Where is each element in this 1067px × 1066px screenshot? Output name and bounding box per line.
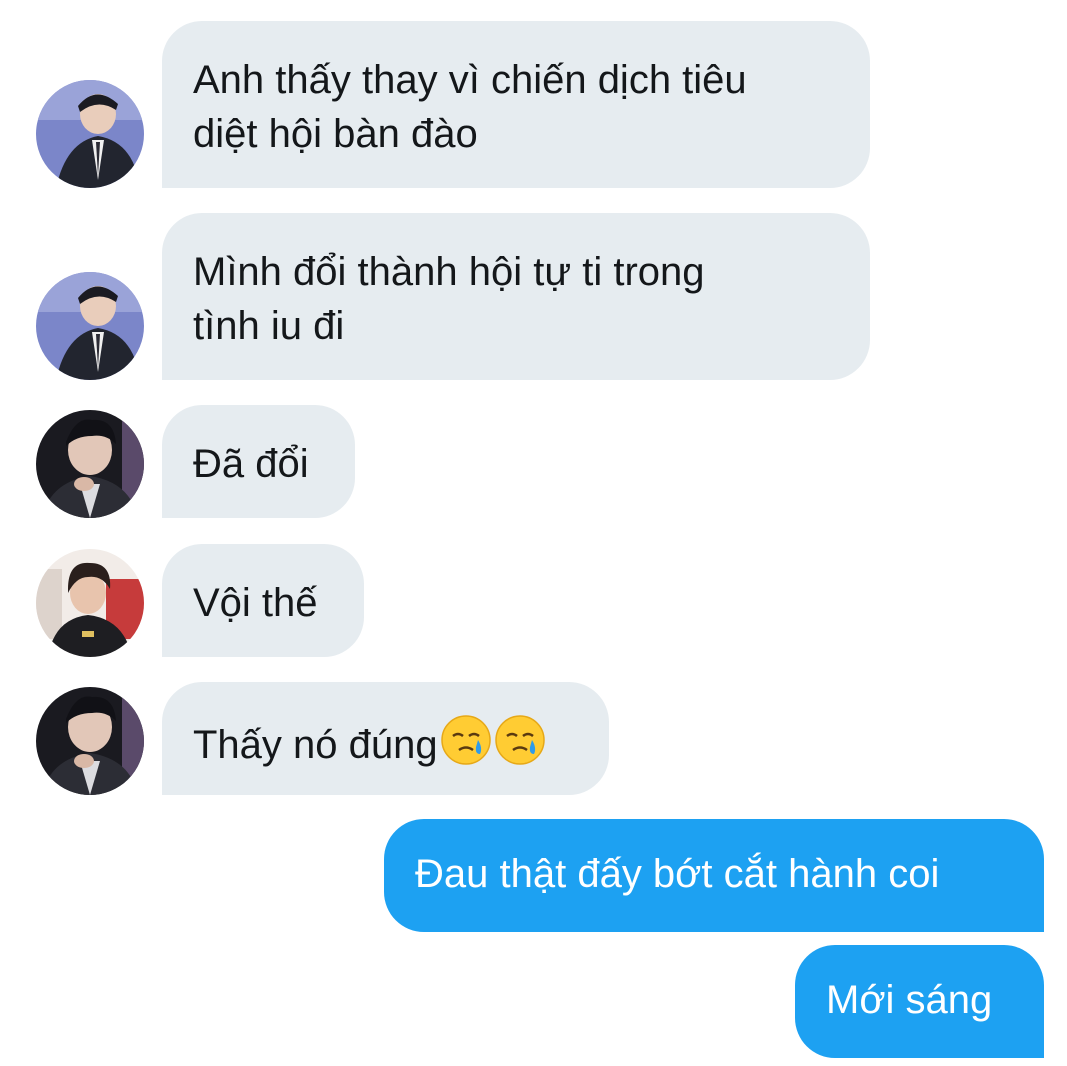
message-text: diệt hội bàn đào	[193, 112, 478, 156]
message-text: Vội thế	[193, 581, 318, 625]
message-bubble[interactable]: Thấy nó đúng	[162, 682, 609, 795]
message-text: Đau thật đấy bớt cắt hành coi	[415, 852, 940, 896]
avatar-c-image	[36, 549, 144, 657]
face-holding-back-tears-icon	[494, 714, 546, 780]
avatar[interactable]	[36, 549, 144, 657]
avatar-a-image	[36, 272, 144, 380]
avatar[interactable]	[36, 687, 144, 795]
avatar-a-image	[36, 80, 144, 188]
message-text: tình iu đi	[193, 304, 345, 348]
message-text: Mình đổi thành hội tự ti trong	[193, 250, 705, 294]
message-bubble[interactable]: Mới sáng	[795, 945, 1044, 1058]
avatar[interactable]	[36, 410, 144, 518]
avatar[interactable]	[36, 272, 144, 380]
message-bubble[interactable]: Vội thế	[162, 544, 364, 657]
message-text: Thấy nó đúng	[193, 714, 579, 780]
message-text: Mới sáng	[826, 978, 993, 1022]
message-text-content: Thấy nó đúng	[193, 723, 438, 767]
face-holding-back-tears-icon	[440, 714, 492, 780]
message-bubble[interactable]: Đã đổi	[162, 405, 355, 518]
avatar-b-image	[36, 687, 144, 795]
message-text: Đã đổi	[193, 442, 309, 486]
avatar[interactable]	[36, 80, 144, 188]
message-bubble[interactable]: Mình đổi thành hội tự ti trong tình iu đ…	[162, 213, 870, 380]
message-bubble[interactable]: Đau thật đấy bớt cắt hành coi	[384, 819, 1044, 932]
message-bubble[interactable]: Anh thấy thay vì chiến dịch tiêu diệt hộ…	[162, 21, 870, 188]
message-text: Anh thấy thay vì chiến dịch tiêu	[193, 58, 747, 102]
avatar-b-image	[36, 410, 144, 518]
